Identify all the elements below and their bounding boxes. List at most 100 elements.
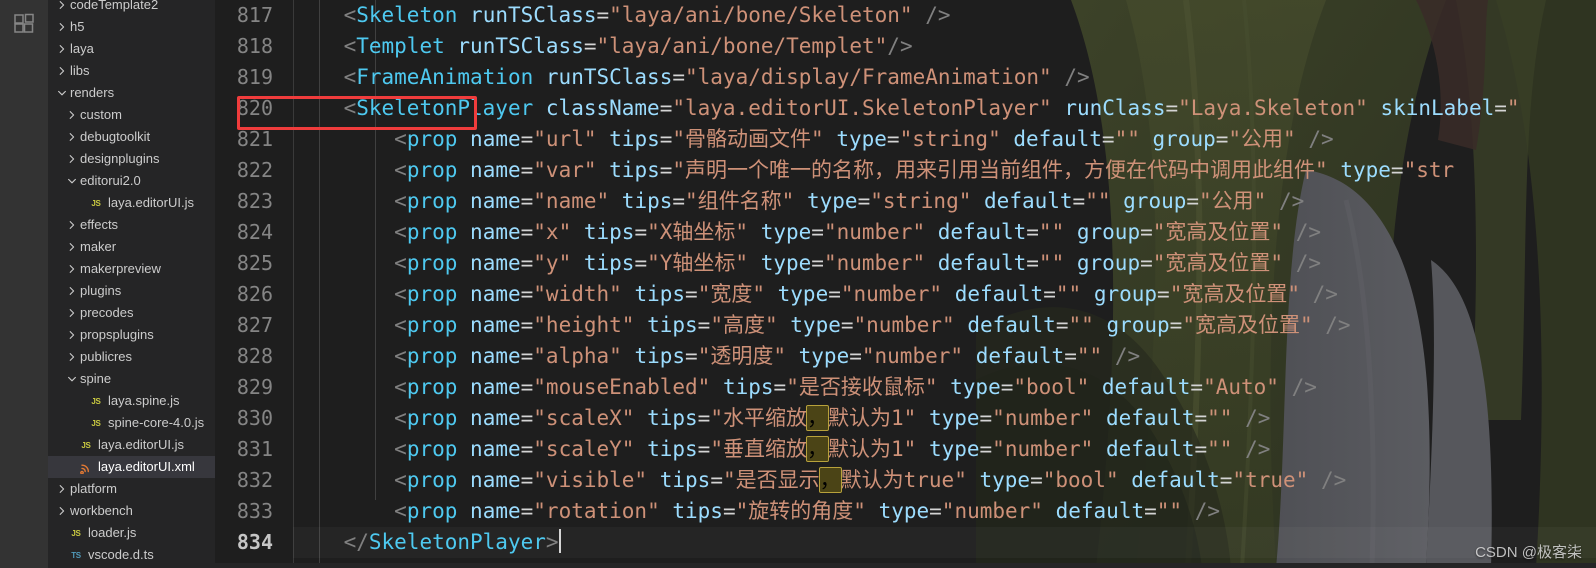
explorer-sidebar[interactable]: codeTemplate2 h5 laya libs renders custom debu… <box>48 0 215 568</box>
code-token-brk: /> <box>1291 375 1317 399</box>
code-content[interactable]: <Skeleton runTSClass="laya/ani/bone/Skel… <box>293 0 1596 568</box>
chevron-down-icon[interactable] <box>56 82 68 104</box>
code-token-attr: type <box>878 499 930 523</box>
activity-bar-item-extensions[interactable] <box>0 0 48 48</box>
file-tree-folder[interactable]: precodes <box>48 302 215 324</box>
code-line[interactable]: <prop name="scaleX" tips="水平缩放，默认为1" typ… <box>293 403 1596 434</box>
code-line[interactable]: <prop name="width" tips="宽度" type="numbe… <box>293 279 1596 310</box>
chevron-right-icon[interactable] <box>56 16 68 38</box>
code-token-sp <box>1064 220 1077 244</box>
code-line[interactable]: <FrameAnimation runTSClass="laya/display… <box>293 62 1596 93</box>
file-tree-folder[interactable]: codeTemplate2 <box>48 0 215 16</box>
code-line[interactable]: <Templet runTSClass="laya/ani/bone/Templ… <box>293 31 1596 62</box>
chevron-right-icon[interactable] <box>66 324 78 346</box>
code-token-str: "Laya.Skeleton" <box>1178 96 1368 120</box>
code-token-str: "string" <box>899 127 1001 151</box>
chevron-right-icon[interactable] <box>66 214 78 236</box>
line-number: 822 <box>236 158 273 182</box>
code-line[interactable]: <prop name="visible" tips="是否显示，默认为true"… <box>293 465 1596 496</box>
file-tree-folder[interactable]: libs <box>48 60 215 82</box>
code-line[interactable]: <prop name="var" tips="声明一个唯一的名称，用来引用当前组… <box>293 155 1596 186</box>
chevron-right-icon[interactable] <box>56 500 68 522</box>
code-token-tag: prop <box>406 189 458 213</box>
code-line[interactable]: <prop name="url" tips="骨骼动画文件" type="str… <box>293 124 1596 155</box>
chevron-right-icon[interactable] <box>56 60 68 82</box>
code-token-sp <box>457 127 470 151</box>
chevron-right-icon[interactable] <box>66 280 78 302</box>
chevron-down-icon[interactable] <box>66 368 78 390</box>
code-token-str: "" <box>1207 437 1233 461</box>
file-tree-folder[interactable]: h5 <box>48 16 215 38</box>
code-line[interactable]: </SkeletonPlayer> <box>293 527 1596 558</box>
file-tree-folder[interactable]: designplugins <box>48 148 215 170</box>
file-tree-folder[interactable]: editorui2.0 <box>48 170 215 192</box>
code-token-sp <box>457 3 470 27</box>
file-tree-folder[interactable]: workbench <box>48 500 215 522</box>
chevron-right-icon[interactable] <box>56 0 68 16</box>
code-line[interactable]: <prop name="name" tips="组件名称" type="stri… <box>293 186 1596 217</box>
chevron-right-icon[interactable] <box>66 258 78 280</box>
ts-file-icon: TS <box>71 550 81 560</box>
code-token-str: "透明度" <box>697 344 786 368</box>
file-tree-folder[interactable]: propsplugins <box>48 324 215 346</box>
code-token-eq: = <box>1186 189 1200 213</box>
code-line[interactable]: <SkeletonPlayer className="laya.editorUI… <box>293 93 1596 124</box>
code-token-brk: < <box>394 437 407 461</box>
code-token-sp <box>1081 282 1094 306</box>
file-tree-folder[interactable]: platform <box>48 478 215 500</box>
code-token-eq: = <box>1190 375 1204 399</box>
chevron-right-icon[interactable] <box>66 346 78 368</box>
code-line[interactable]: <prop name="mouseEnabled" tips="是否接收鼠标" … <box>293 372 1596 403</box>
code-token-sp <box>1093 406 1106 430</box>
code-line[interactable]: <prop name="scaleY" tips="垂直缩放，默认为1" typ… <box>293 434 1596 465</box>
code-line[interactable]: <prop name="alpha" tips="透明度" type="numb… <box>293 341 1596 372</box>
chevron-right-icon[interactable] <box>56 38 68 60</box>
code-token-str: "visible" <box>533 468 648 492</box>
file-tree-file[interactable]: JS spine-core-4.0.js <box>48 412 215 434</box>
file-tree-folder[interactable]: renders <box>48 82 215 104</box>
editor-pane[interactable]: 817 818 819 820 821 822 823 824 825 826 827 828 829 8… <box>215 0 1596 568</box>
chevron-right-icon[interactable] <box>66 126 78 148</box>
file-tree-file[interactable]: TS vscode.d.ts <box>48 544 215 566</box>
file-tree-file[interactable]: laya.editorUI.xml <box>48 456 215 478</box>
code-line[interactable]: <prop name="rotation" tips="旋转的角度" type=… <box>293 496 1596 527</box>
code-line[interactable]: <prop name="y" tips="Y轴坐标" type="number"… <box>293 248 1596 279</box>
file-tree-folder[interactable]: maker <box>48 236 215 258</box>
code-token-tag: prop <box>406 313 458 337</box>
chevron-right-icon[interactable] <box>56 478 68 500</box>
code-token-sp <box>916 406 929 430</box>
line-number-gutter: 817 818 819 820 821 822 823 824 825 826 827 828 829 8… <box>215 0 283 568</box>
file-tree-folder[interactable]: makerpreview <box>48 258 215 280</box>
chevron-right-icon[interactable] <box>66 104 78 126</box>
code-token-str: "laya.editorUI.SkeletonPlayer" <box>672 96 1052 120</box>
file-tree-folder[interactable]: laya <box>48 38 215 60</box>
file-tree-folder[interactable]: spine <box>48 368 215 390</box>
file-tree-file[interactable]: JS laya.editorUI.js <box>48 434 215 456</box>
code-token-attr: default <box>984 189 1073 213</box>
file-tree-folder[interactable]: effects <box>48 214 215 236</box>
chevron-right-icon[interactable] <box>66 236 78 258</box>
file-tree-folder[interactable]: plugins <box>48 280 215 302</box>
code-line[interactable]: <Skeleton runTSClass="laya/ani/bone/Skel… <box>293 0 1596 31</box>
file-tree-folder[interactable]: debugtoolkit <box>48 126 215 148</box>
code-token-attr: type <box>806 189 858 213</box>
code-line[interactable]: <prop name="x" tips="X轴坐标" type="number"… <box>293 217 1596 248</box>
code-token-sp <box>1064 251 1077 275</box>
file-tree-file[interactable]: JS loader.js <box>48 522 215 544</box>
chevron-right-icon[interactable] <box>66 302 78 324</box>
file-tree[interactable]: codeTemplate2 h5 laya libs renders custom debu… <box>48 0 215 566</box>
code-token-tag: prop <box>406 282 458 306</box>
file-tree-folder[interactable]: publicres <box>48 346 215 368</box>
file-tree-file[interactable]: JS laya.spine.js <box>48 390 215 412</box>
code-token-str: 默认为1" <box>827 406 917 430</box>
chevron-right-icon[interactable] <box>66 148 78 170</box>
code-line[interactable]: <prop name="height" tips="高度" type="numb… <box>293 310 1596 341</box>
code-token-brk: < <box>394 313 407 337</box>
file-tree-file[interactable]: JS laya.editorUI.js <box>48 192 215 214</box>
chevron-down-icon[interactable] <box>66 170 78 192</box>
code-token-attr: name <box>470 313 521 337</box>
file-tree-folder[interactable]: custom <box>48 104 215 126</box>
